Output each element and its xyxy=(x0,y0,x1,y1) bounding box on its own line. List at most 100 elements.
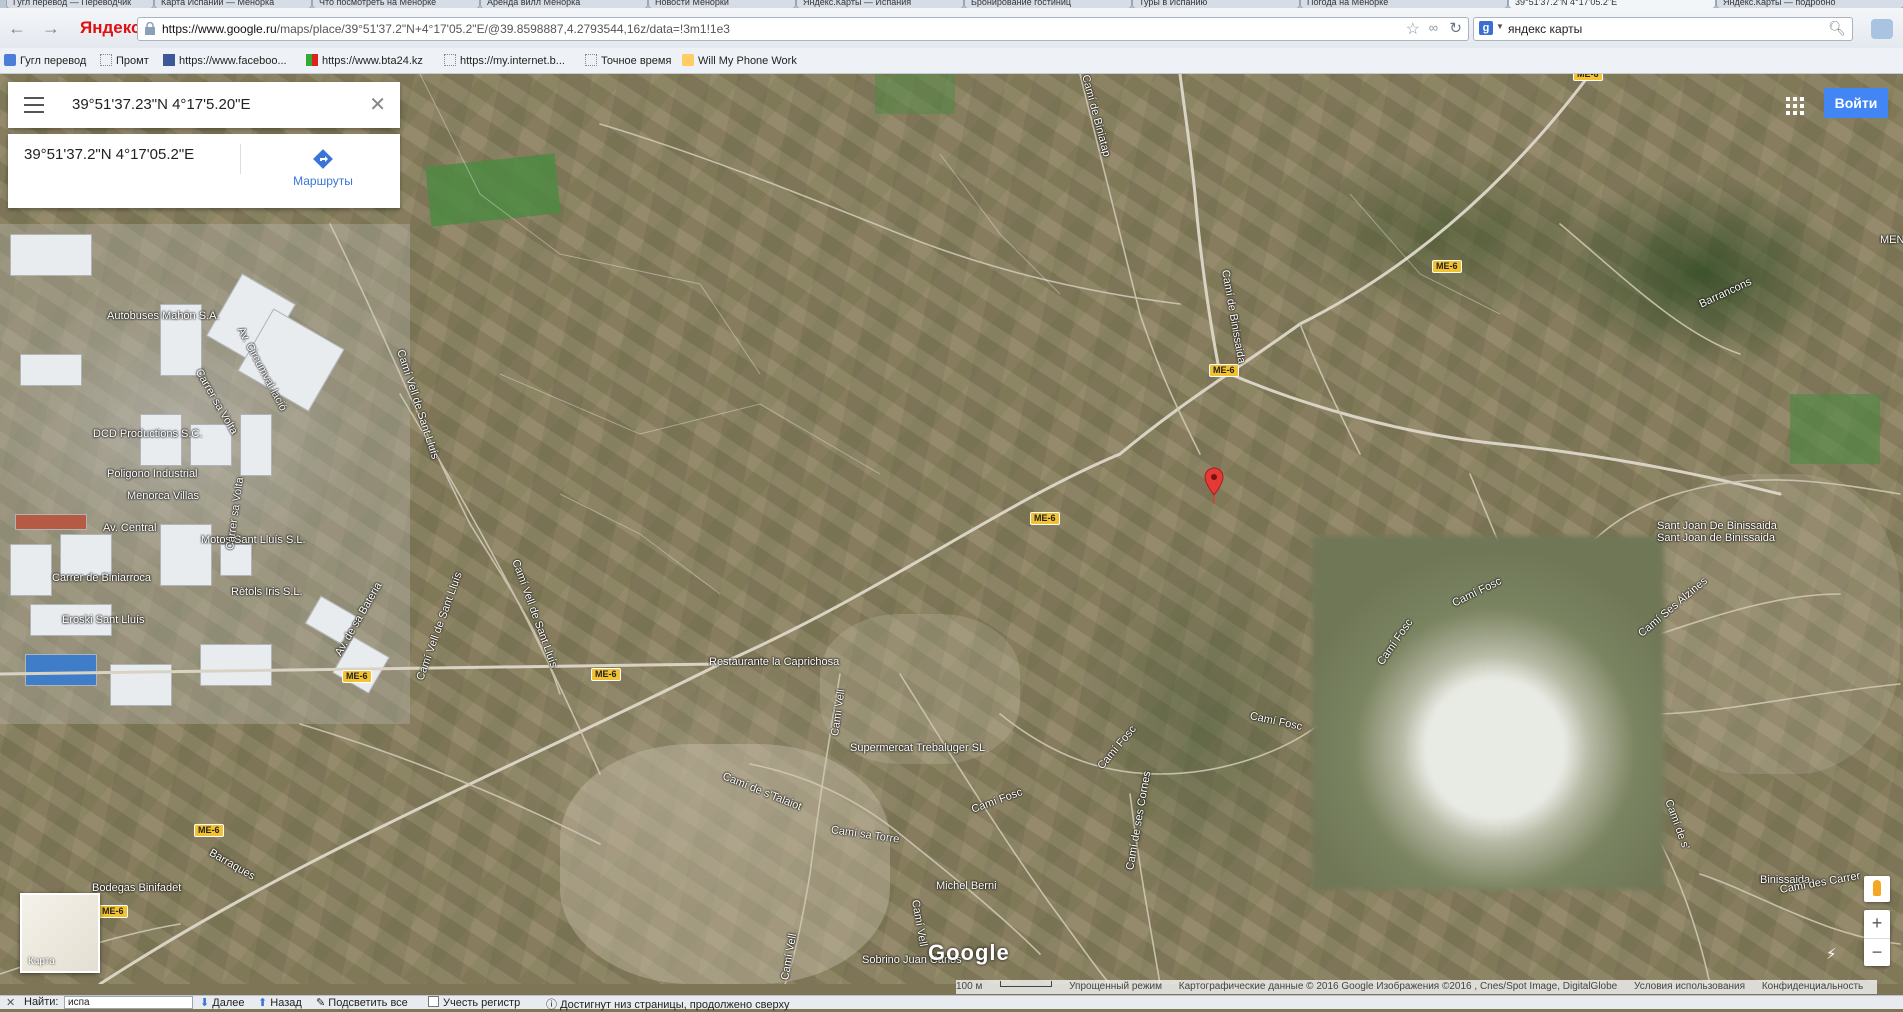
field-boundary xyxy=(1349,193,1501,315)
place-label[interactable]: Menorca Villas xyxy=(127,490,199,502)
find-status-text: Достигнут низ страницы, продолжено сверх… xyxy=(560,999,790,1011)
street-view-pegman-icon[interactable] xyxy=(1864,876,1890,902)
road-shield: ME-6 xyxy=(342,670,372,683)
search-icon[interactable]: 🔍︎ xyxy=(1828,20,1846,37)
apps-grid-icon[interactable] xyxy=(1786,97,1804,115)
browser-tab[interactable]: Яндекс.Карты — Испания xyxy=(796,0,964,8)
hamburger-menu-icon[interactable] xyxy=(24,97,44,113)
bookmark-item[interactable]: Гугл перевод xyxy=(4,54,86,67)
find-status: ⓘ Достигнут низ страницы, продолжено све… xyxy=(546,996,789,1012)
satellite-map[interactable]: ME-6 ME-6 ME-6 ME-6 ME-6 ME-6 ME-6 ME-6 … xyxy=(0,74,1903,984)
browser-tab[interactable]: Бронирование гостиниц xyxy=(964,0,1132,8)
field-boundary xyxy=(499,373,881,475)
place-label[interactable]: Eroski Sant Lluís xyxy=(62,614,145,626)
find-bar: ✕ Найти: испа ⬇︎ Далее ⬆︎ Назад ✎︎ Подсв… xyxy=(0,995,1903,1012)
find-prev-button[interactable]: ⬆︎ Назад xyxy=(258,996,302,1009)
privacy-link[interactable]: Конфиденциальность xyxy=(1762,981,1863,992)
road-shield: ME-6 xyxy=(194,824,224,837)
directions-button[interactable]: Маршруты xyxy=(288,148,358,188)
road-me6-south xyxy=(98,662,722,984)
street-label: Carrer de Biniarroca xyxy=(52,572,152,584)
bookmark-label: Точное время xyxy=(601,55,672,67)
phone-icon xyxy=(682,54,694,66)
find-next-button[interactable]: ⬇︎ Далее xyxy=(200,996,245,1009)
url-host: https://www.google.ru xyxy=(162,22,277,36)
checkbox[interactable] xyxy=(428,996,439,1007)
maps-search-input[interactable] xyxy=(70,95,354,114)
browser-tab[interactable]: Яндекс.Карты — подробно xyxy=(1716,0,1903,8)
url-text[interactable]: https://www.google.ru/maps/place/39°51'3… xyxy=(162,22,730,36)
page-icon xyxy=(444,54,456,66)
bookmark-item[interactable]: https://my.internet.b... xyxy=(444,54,565,67)
info-icon: ⓘ xyxy=(546,999,557,1011)
bookmark-item[interactable]: Точное время xyxy=(585,54,671,67)
map-footer: 100 м Упрощенный режим Картографические … xyxy=(956,980,1878,994)
highlight-all-button[interactable]: ✎︎ Подсветить все xyxy=(316,996,408,1009)
arrow-up-icon: ⬆︎ xyxy=(258,997,268,1009)
reload-icon[interactable]: ↻ xyxy=(1449,19,1462,37)
place-label[interactable]: Poligono Industrial xyxy=(107,468,198,480)
extension-icon[interactable] xyxy=(1871,19,1893,39)
place-label[interactable]: DCD Productions S.C. xyxy=(93,428,202,440)
lightning-icon[interactable]: ⚡︎ xyxy=(1826,945,1837,963)
location-pin-icon[interactable] xyxy=(1203,466,1225,506)
zoom-control: + − xyxy=(1864,910,1890,966)
browser-tab[interactable]: Аренда вилл Менорка xyxy=(480,0,648,8)
place-label[interactable]: Supermercat Trebaluger SL xyxy=(850,742,985,754)
reader-glasses-icon[interactable]: ∞ xyxy=(1429,20,1438,35)
road xyxy=(299,723,601,845)
yandex-logo[interactable]: Яндекс xyxy=(80,18,140,38)
find-label: Найти: xyxy=(24,996,59,1008)
page-icon xyxy=(100,54,112,66)
bookmark-label: Промт xyxy=(116,55,149,67)
place-label[interactable]: Bodegas Binifadet xyxy=(92,882,181,894)
field-boundary xyxy=(419,74,761,375)
match-case-checkbox[interactable]: Учесть регистр xyxy=(428,996,520,1009)
zoom-in-button[interactable]: + xyxy=(1864,910,1890,938)
bookmark-item[interactable]: Will My Phone Work xyxy=(682,54,797,67)
place-label[interactable]: Rètols Iris S.L. xyxy=(231,586,303,598)
place-label[interactable]: Restaurante la Caprichosa xyxy=(709,656,839,668)
place-label[interactable]: Sant Joan de Binissaida xyxy=(1657,532,1775,544)
map-layer-toggle[interactable]: Карта xyxy=(20,893,100,973)
bookmark-label: https://www.faceboo... xyxy=(179,55,287,67)
place-label[interactable]: Autobuses Mahón S.A. xyxy=(107,310,220,322)
browser-tab[interactable]: Туры в Испанию xyxy=(1132,0,1300,8)
layer-label: Карта xyxy=(28,956,55,967)
scale-bar[interactable]: 100 м xyxy=(956,981,1053,992)
place-label[interactable]: Sant Joan De Binissaida xyxy=(1657,520,1777,532)
bookmark-item[interactable]: https://www.faceboo... xyxy=(163,54,287,67)
browser-tab-active[interactable]: 39°51'37.2"N 4°17'05.2"E xyxy=(1508,0,1716,8)
highlight-all-label: Подсветить все xyxy=(328,997,408,1009)
close-icon[interactable]: ✕ xyxy=(6,996,15,1009)
place-label[interactable]: Michel Berni xyxy=(936,880,997,892)
search-query[interactable]: яндекс карты xyxy=(1508,22,1582,36)
terms-link[interactable]: Условия использования xyxy=(1634,981,1745,992)
road-shield: ME-6 xyxy=(591,668,621,681)
address-bar[interactable]: https://www.google.ru/maps/place/39°51'3… xyxy=(137,17,1469,41)
search-bar[interactable]: g ▼ яндекс карты 🔍︎ xyxy=(1473,17,1853,41)
road xyxy=(599,123,1181,305)
browser-tab[interactable]: Новости Менорки xyxy=(648,0,796,8)
back-arrow-icon[interactable]: ← xyxy=(6,17,28,39)
bookmark-item[interactable]: Промт xyxy=(100,54,149,67)
url-path: /maps/place/39°51'37.2"N+4°17'05.2"E/@39… xyxy=(276,22,730,36)
chevron-down-icon[interactable]: ▼ xyxy=(1496,22,1504,31)
place-label[interactable]: Motos Sant Lluís S.L. xyxy=(201,534,306,546)
find-input[interactable]: испа xyxy=(64,996,193,1009)
browser-tab[interactable]: Гугл перевод — Переводчик xyxy=(6,0,154,8)
browser-tab[interactable]: Карта Испании — Менорка xyxy=(154,0,312,8)
zoom-out-button[interactable]: − xyxy=(1864,938,1890,967)
road-shield: ME-6 xyxy=(1432,260,1462,273)
google-icon[interactable]: g xyxy=(1479,21,1493,35)
bookmark-item[interactable]: https://www.bta24.kz xyxy=(306,54,423,67)
directions-icon xyxy=(313,149,333,169)
browser-tab[interactable]: Что посмотреть на Менорке xyxy=(312,0,480,8)
close-icon[interactable]: ✕ xyxy=(369,92,386,117)
bookmark-star-icon[interactable]: ☆ xyxy=(1406,19,1420,39)
forward-arrow-icon[interactable]: → xyxy=(40,17,62,39)
login-button[interactable]: Войти xyxy=(1824,88,1888,118)
navigation-toolbar: ← → Яндекс https://www.google.ru/maps/pl… xyxy=(0,8,1903,49)
browser-tab[interactable]: Погода на Менорке xyxy=(1300,0,1508,8)
simple-mode-link[interactable]: Упрощенный режим xyxy=(1069,981,1162,992)
